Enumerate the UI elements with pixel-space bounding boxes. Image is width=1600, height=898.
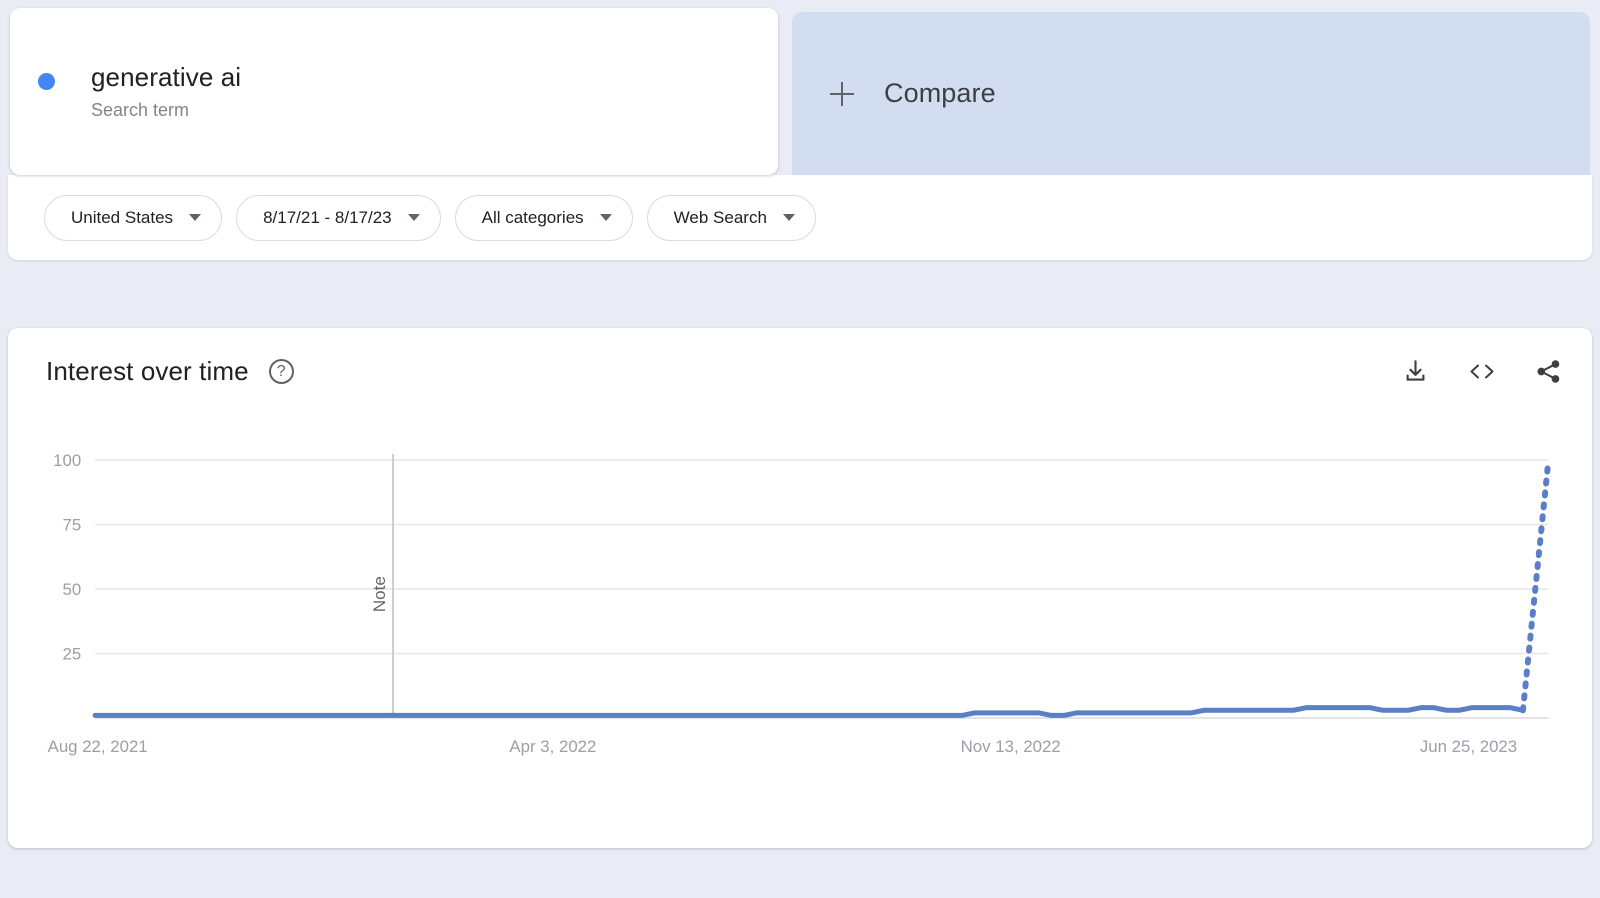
chart-actions	[1402, 358, 1562, 385]
share-icon[interactable]	[1535, 358, 1562, 385]
filter-bar: United States 8/17/21 - 8/17/23 All cate…	[8, 175, 1592, 260]
compare-label: Compare	[884, 78, 996, 108]
chart-series-line	[92, 457, 1552, 718]
interest-over-time-chart[interactable]: 100 75 50 25 Note Aug 22, 2021 Apr 3, 2022 No…	[8, 448, 1592, 828]
svg-text:Note: Note	[370, 576, 389, 612]
search-term-label: generative ai	[91, 61, 242, 92]
chevron-down-icon	[189, 214, 202, 221]
svg-text:50: 50	[63, 580, 82, 599]
filter-date-range[interactable]: 8/17/21 - 8/17/23	[236, 194, 441, 241]
search-term-texts: generative ai Search term	[91, 61, 241, 123]
chart-svg: 100 75 50 25 Note Aug 22, 2021 Apr 3, 2022 No…	[48, 451, 1552, 756]
download-icon[interactable]	[1402, 358, 1429, 385]
chart-note-annotation: Note	[370, 454, 394, 718]
help-icon[interactable]: ?	[268, 359, 294, 384]
search-terms-row: generative ai Search term Compare	[0, 0, 1600, 175]
chart-xtick-labels: Aug 22, 2021 Apr 3, 2022 Nov 13, 2022 Jun 2…	[48, 737, 1518, 756]
search-term-content: generative ai Search term	[38, 61, 241, 123]
chart-ytick-labels: 100 75 50 25	[53, 451, 81, 664]
filter-location-label: United States	[71, 207, 174, 227]
page-title: Interest over time	[46, 356, 249, 386]
embed-code-icon[interactable]	[1467, 358, 1497, 385]
series-color-dot	[38, 72, 55, 90]
svg-text:Aug 22, 2021: Aug 22, 2021	[48, 737, 148, 756]
filter-category[interactable]: All categories	[454, 194, 633, 241]
chevron-down-icon	[407, 214, 420, 221]
svg-text:Nov 13, 2022: Nov 13, 2022	[961, 737, 1061, 756]
filter-date-range-label: 8/17/21 - 8/17/23	[263, 207, 392, 227]
plus-icon	[830, 81, 854, 106]
chevron-down-icon	[599, 214, 612, 221]
chart-header: Interest over time ?	[8, 328, 1592, 387]
svg-text:100: 100	[53, 451, 81, 470]
interest-over-time-card: Interest over time ? 100 75 50 25 Note A…	[8, 328, 1592, 848]
chart-gridlines	[95, 459, 1549, 719]
chevron-down-icon	[782, 214, 795, 221]
svg-text:25: 25	[63, 644, 82, 663]
filter-location[interactable]: United States	[44, 194, 223, 241]
compare-button[interactable]: Compare	[792, 12, 1590, 175]
search-term-card[interactable]: generative ai Search term	[10, 8, 778, 175]
filter-search-type[interactable]: Web Search	[646, 194, 816, 241]
filter-category-label: All categories	[481, 207, 584, 227]
filter-search-type-label: Web Search	[673, 207, 767, 227]
search-term-type: Search term	[91, 99, 190, 120]
svg-text:Apr 3, 2022: Apr 3, 2022	[509, 737, 596, 756]
svg-text:Jun 25, 2023: Jun 25, 2023	[1420, 737, 1517, 756]
svg-text:75: 75	[63, 515, 82, 534]
